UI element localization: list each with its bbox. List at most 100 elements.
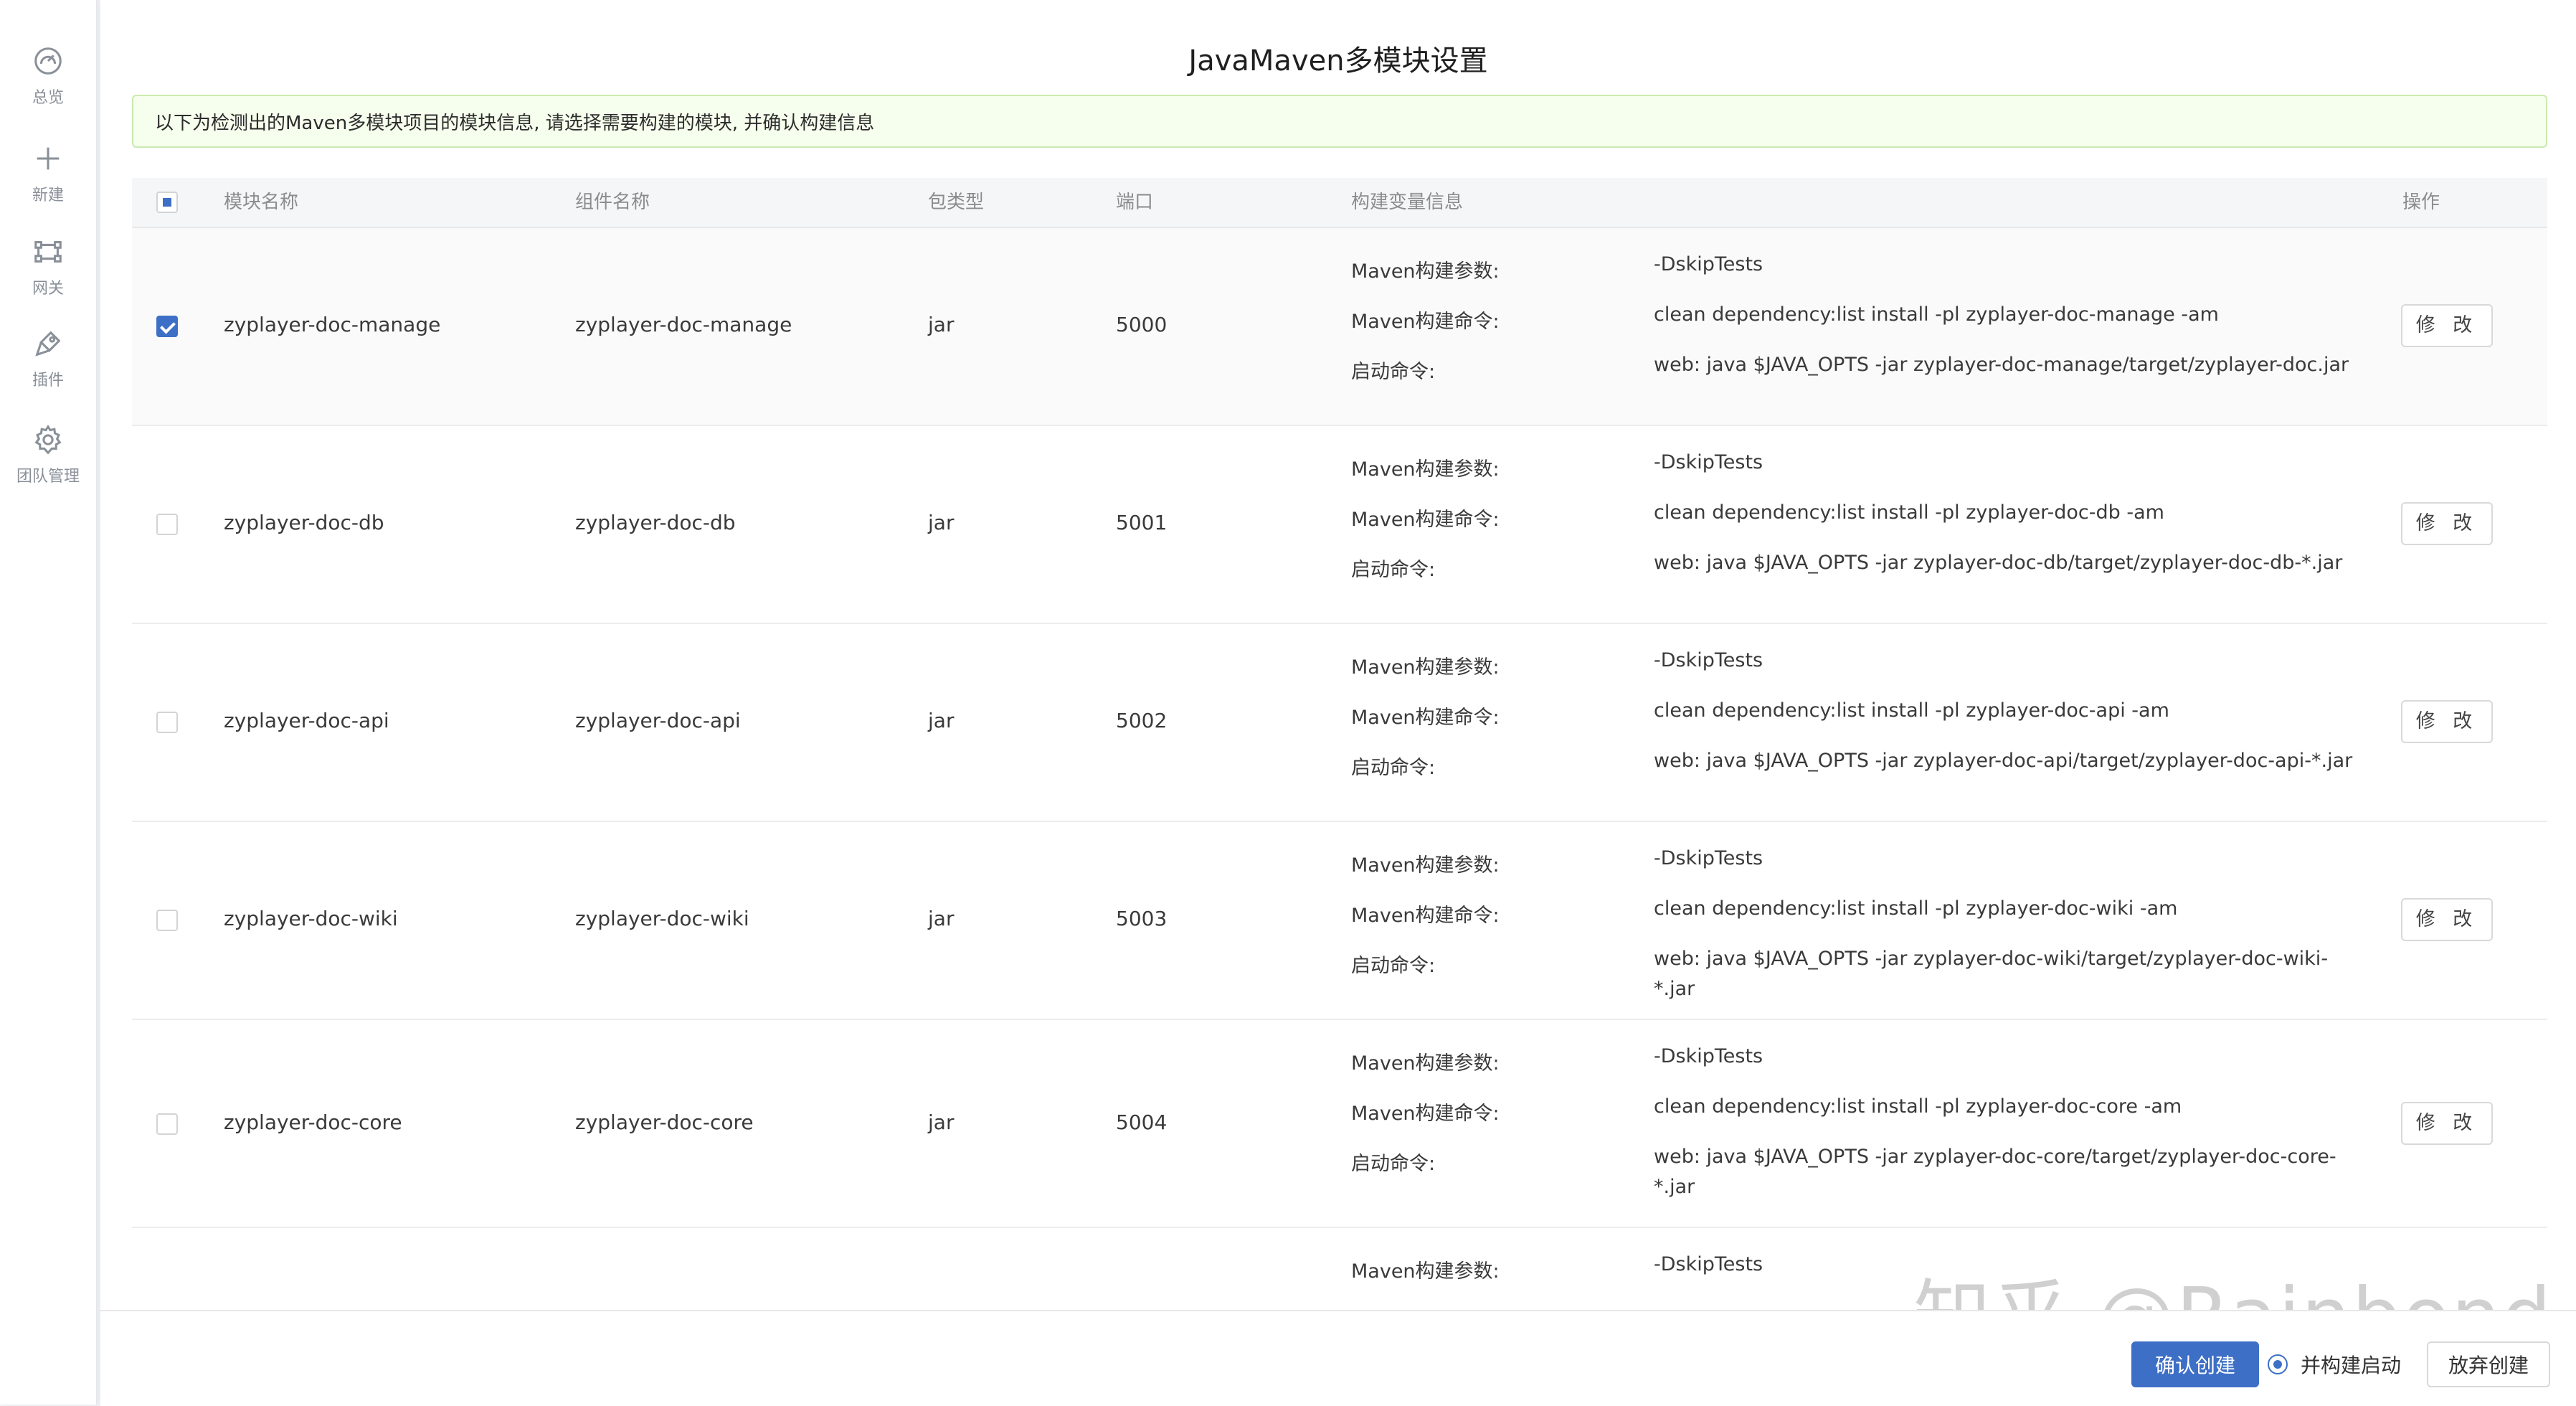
select-all-checkbox[interactable]: [156, 192, 178, 213]
confirm-create-button[interactable]: 确认创建: [2131, 1341, 2259, 1387]
row-checkbox[interactable]: [156, 1113, 178, 1135]
radio-icon: [2268, 1354, 2288, 1374]
col-module-name: 模块名称: [224, 192, 299, 213]
edit-button[interactable]: 修 改: [2401, 898, 2493, 941]
var-label-command: Maven构建命令:: [1351, 707, 1500, 729]
package-type: jar: [928, 1110, 955, 1134]
var-value-start: web: java $JAVA_OPTS -jar zyplayer-doc-d…: [1654, 552, 2343, 574]
table-row: zyplayer-doc-db zyplayer-doc-db jar 5001…: [132, 426, 2547, 624]
modules-table: 模块名称 组件名称 包类型 端口 构建变量信息 操作 zyplayer-doc-…: [132, 178, 2547, 1314]
footer-bar: 确认创建 并构建启动 放弃创建: [100, 1310, 2576, 1406]
sidebar: 总览 新建 网关 插件 团队管理: [0, 0, 98, 1405]
port: 5001: [1116, 511, 1168, 534]
var-value-params: -DskipTests: [1654, 1045, 1763, 1067]
var-label-params: Maven构建参数:: [1351, 260, 1500, 283]
var-label-command: Maven构建命令:: [1351, 1103, 1500, 1125]
var-value-command: clean dependency:list install -pl zyplay…: [1654, 699, 2169, 722]
sidebar-item-new[interactable]: 新建: [0, 131, 96, 217]
var-value-start: web: java $JAVA_OPTS -jar zyplayer-doc-w…: [1654, 948, 2329, 1000]
notice-text: 以下为检测出的Maven多模块项目的模块信息, 请选择需要构建的模块, 并确认构…: [155, 112, 875, 134]
port: 5003: [1116, 907, 1168, 930]
edit-button[interactable]: 修 改: [2401, 304, 2493, 347]
var-value-command: clean dependency:list install -pl zyplay…: [1654, 897, 2178, 920]
var-label-command: Maven构建命令:: [1351, 509, 1500, 531]
var-value-params: -DskipTests: [1654, 847, 1763, 869]
var-label-command: Maven构建命令:: [1351, 311, 1500, 333]
page-title: JavaMaven多模块设置: [1188, 44, 1488, 77]
sidebar-item-label: 插件: [32, 372, 64, 390]
gateway-icon: [34, 241, 62, 263]
var-label-params: Maven构建参数:: [1351, 854, 1500, 877]
port: 5004: [1116, 1110, 1168, 1134]
var-label-start: 启动命令:: [1351, 757, 1436, 779]
table-row: zyplayer-doc-core zyplayer-doc-core jar …: [132, 1020, 2547, 1228]
module-name: zyplayer-doc-db: [224, 511, 384, 534]
col-package-type: 包类型: [928, 192, 985, 213]
var-value-params: -DskipTests: [1654, 649, 1763, 671]
module-name: zyplayer-doc-manage: [224, 313, 441, 336]
plus-icon: [37, 147, 60, 170]
var-value-command: clean dependency:list install -pl zyplay…: [1654, 303, 2219, 326]
module-name: zyplayer-doc-wiki: [224, 907, 398, 930]
var-value-start: web: java $JAVA_OPTS -jar zyplayer-doc-c…: [1654, 1146, 2336, 1198]
component-name: zyplayer-doc-wiki: [575, 907, 749, 930]
col-build-vars: 构建变量信息: [1351, 192, 1464, 213]
edit-button[interactable]: 修 改: [2401, 502, 2493, 545]
sidebar-item-plugin[interactable]: 插件: [0, 316, 96, 402]
var-value-start: web: java $JAVA_OPTS -jar zyplayer-doc-m…: [1654, 354, 2349, 376]
var-label-start: 启动命令:: [1351, 955, 1436, 977]
sidebar-item-gateway[interactable]: 网关: [0, 224, 96, 310]
col-actions: 操作: [2402, 192, 2440, 213]
sidebar-item-label: 团队管理: [16, 468, 80, 486]
info-notice: 以下为检测出的Maven多模块项目的模块信息, 请选择需要构建的模块, 并确认构…: [132, 95, 2547, 148]
var-label-params: Maven构建参数:: [1351, 656, 1500, 679]
table-row: zyplayer-doc-wiki zyplayer-doc-wiki jar …: [132, 822, 2547, 1020]
sidebar-item-label: 新建: [32, 187, 64, 204]
var-value-command: clean dependency:list install -pl zyplay…: [1654, 501, 2164, 524]
sidebar-item-team[interactable]: 团队管理: [0, 412, 96, 498]
row-checkbox[interactable]: [156, 712, 178, 733]
var-value-params: -DskipTests: [1654, 451, 1763, 473]
package-type: jar: [928, 709, 955, 732]
component-name: zyplayer-doc-core: [575, 1110, 754, 1134]
gear-icon: [34, 424, 62, 455]
main-panel: JavaMaven多模块设置 以下为检测出的Maven多模块项目的模块信息, 请…: [100, 0, 2576, 1405]
component-name: zyplayer-doc-manage: [575, 313, 792, 336]
sidebar-item-label: 总览: [32, 89, 64, 107]
var-value-params: -DskipTests: [1654, 253, 1763, 275]
var-label-start: 启动命令:: [1351, 361, 1436, 383]
plugin-icon: [35, 331, 61, 357]
table-row: zyplayer-doc-api zyplayer-doc-api jar 50…: [132, 624, 2547, 822]
sidebar-item-label: 网关: [32, 280, 64, 298]
row-checkbox[interactable]: [156, 910, 178, 931]
dashboard-icon: [34, 47, 62, 75]
table-header: 模块名称 组件名称 包类型 端口 构建变量信息 操作: [132, 178, 2547, 228]
module-name: zyplayer-doc-api: [224, 709, 389, 732]
radio-label: 并构建启动: [2301, 1354, 2402, 1377]
package-type: jar: [928, 907, 955, 930]
table-row: zyplayer-doc-manage zyplayer-doc-manage …: [132, 228, 2547, 426]
component-name: zyplayer-doc-api: [575, 709, 741, 732]
var-label-start: 启动命令:: [1351, 559, 1436, 581]
discard-create-button[interactable]: 放弃创建: [2427, 1341, 2550, 1387]
col-port: 端口: [1116, 192, 1154, 213]
row-checkbox[interactable]: [156, 316, 178, 337]
component-name: zyplayer-doc-db: [575, 511, 736, 534]
edit-button[interactable]: 修 改: [2401, 1102, 2493, 1145]
module-name: zyplayer-doc-core: [224, 1110, 402, 1134]
var-label-params: Maven构建参数:: [1351, 1052, 1500, 1075]
row-checkbox[interactable]: [156, 514, 178, 535]
var-label-params: Maven构建参数:: [1351, 1260, 1500, 1283]
build-start-radio[interactable]: 并构建启动: [2268, 1341, 2401, 1387]
package-type: jar: [928, 313, 955, 336]
package-type: jar: [928, 511, 955, 534]
var-value-command: clean dependency:list install -pl zyplay…: [1654, 1095, 2182, 1118]
var-label-params: Maven构建参数:: [1351, 458, 1500, 481]
port: 5000: [1116, 313, 1168, 336]
sidebar-item-overview[interactable]: 总览: [0, 33, 96, 119]
var-value-start: web: java $JAVA_OPTS -jar zyplayer-doc-a…: [1654, 750, 2353, 772]
port: 5002: [1116, 709, 1168, 732]
col-component-name: 组件名称: [575, 192, 650, 213]
var-label-command: Maven构建命令:: [1351, 905, 1500, 927]
edit-button[interactable]: 修 改: [2401, 700, 2493, 743]
